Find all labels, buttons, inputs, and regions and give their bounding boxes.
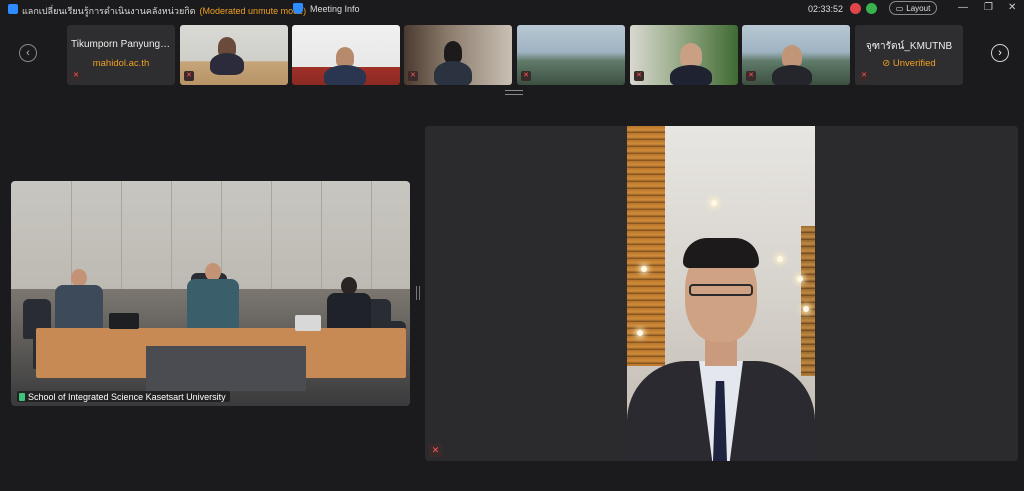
participant-head [444, 41, 462, 63]
record-icon[interactable] [850, 3, 861, 14]
participant-body [434, 61, 472, 85]
warning-icon: ⊘ [882, 58, 893, 69]
participant-tile[interactable]: จุฑารัตน์_KMUTNB ⊘ Unverified ✕ [855, 25, 963, 85]
participant-head [680, 43, 702, 67]
participant-name: School of Integrated Science Kasetsart U… [28, 391, 226, 402]
mic-off-icon: ✕ [746, 71, 756, 81]
restore-button[interactable]: ❐ [984, 3, 993, 13]
security-icon[interactable] [866, 3, 877, 14]
meeting-timer: 02:33:52 [808, 4, 844, 14]
wall-panel [171, 181, 172, 289]
participant-body [187, 279, 239, 329]
participant-video-tile[interactable]: ✕ [180, 25, 288, 85]
minimize-button[interactable]: — [958, 3, 968, 13]
gallery-resize-handle[interactable] [505, 90, 523, 95]
participant-video-tile[interactable]: ✕ [630, 25, 738, 85]
laptop-icon [109, 313, 139, 329]
video-tile-room[interactable]: School of Integrated Science Kasetsart U… [11, 181, 410, 406]
mic-off-icon: ✕ [184, 71, 194, 81]
meeting-mode: (Moderated unmute mode) [199, 6, 307, 16]
wood-slats [627, 126, 665, 366]
participant-body [327, 293, 371, 333]
ceiling-light [641, 266, 647, 272]
audio-icon [19, 392, 25, 401]
meeting-title: แลกเปลี่ยนเรียนรู้การดำเนินงานคลังหน่วยก… [22, 4, 306, 18]
laptop-icon [295, 315, 321, 331]
conference-table-front [146, 346, 306, 391]
participant-body [55, 285, 103, 333]
participant-head [782, 45, 802, 67]
layout-label: Layout [906, 3, 931, 13]
layout-icon: ▭ [895, 3, 904, 13]
unverified-label: Unverified [892, 58, 936, 69]
mic-off-icon: ✕ [521, 71, 531, 81]
participant-video-tile[interactable] [292, 25, 400, 85]
meeting-info-button[interactable]: Meeting Info [310, 4, 360, 14]
mic-off-icon: ✕ [408, 71, 418, 81]
ceiling-light [797, 276, 803, 282]
speaker-camera-feed [627, 126, 815, 461]
mic-off-icon: ✕ [634, 71, 644, 81]
split-resize-handle[interactable] [416, 286, 420, 300]
shield-icon[interactable] [293, 3, 303, 14]
mic-off-icon: ✕ [429, 444, 442, 457]
speaker-glasses [689, 284, 753, 296]
wall-panel [121, 181, 122, 289]
ceiling-light [777, 256, 783, 262]
ceiling-light [711, 200, 717, 206]
speaker-hair [683, 238, 759, 268]
wood-slats [801, 226, 815, 376]
wall-panel [371, 181, 372, 289]
participant-video-tile[interactable]: ✕ [404, 25, 512, 85]
gallery-prev-button[interactable]: ‹ [19, 44, 37, 62]
participant-name: จุฑารัตน์_KMUTNB [865, 41, 953, 52]
participant-video-tile[interactable]: ✕ [742, 25, 850, 85]
video-tile-speaker[interactable]: ✕ [425, 126, 1018, 461]
participant-name-tag: School of Integrated Science Kasetsart U… [17, 391, 230, 402]
title-bar: แลกเปลี่ยนเรียนรู้การดำเนินงานคลังหน่วยก… [0, 0, 1024, 18]
participant-domain: mahidol.ac.th [92, 58, 150, 69]
participant-body [324, 65, 366, 85]
participant-head [336, 47, 354, 67]
unverified-status: ⊘ Unverified [855, 58, 963, 69]
wall-panel [271, 181, 272, 289]
wall-panel [321, 181, 322, 289]
participant-name: Tikumporn Panyungy... [71, 39, 173, 50]
participant-body [210, 53, 244, 75]
ceiling-light [803, 306, 809, 312]
gallery-next-button[interactable]: › [991, 44, 1009, 62]
participant-body [772, 65, 812, 85]
layout-button[interactable]: ▭ Layout [889, 1, 937, 15]
app-logo-icon [8, 4, 18, 14]
close-button[interactable]: ✕ [1008, 3, 1016, 13]
participant-body [670, 65, 712, 85]
participant-tile[interactable]: Tikumporn Panyungy... mahidol.ac.th ✕ [67, 25, 175, 85]
mic-off-icon: ✕ [859, 71, 869, 81]
meeting-title-text: แลกเปลี่ยนเรียนรู้การดำเนินงานคลังหน่วยก… [22, 6, 196, 16]
mic-off-icon: ✕ [71, 71, 81, 81]
ceiling-light [637, 330, 643, 336]
participant-video-tile[interactable]: ✕ [517, 25, 625, 85]
